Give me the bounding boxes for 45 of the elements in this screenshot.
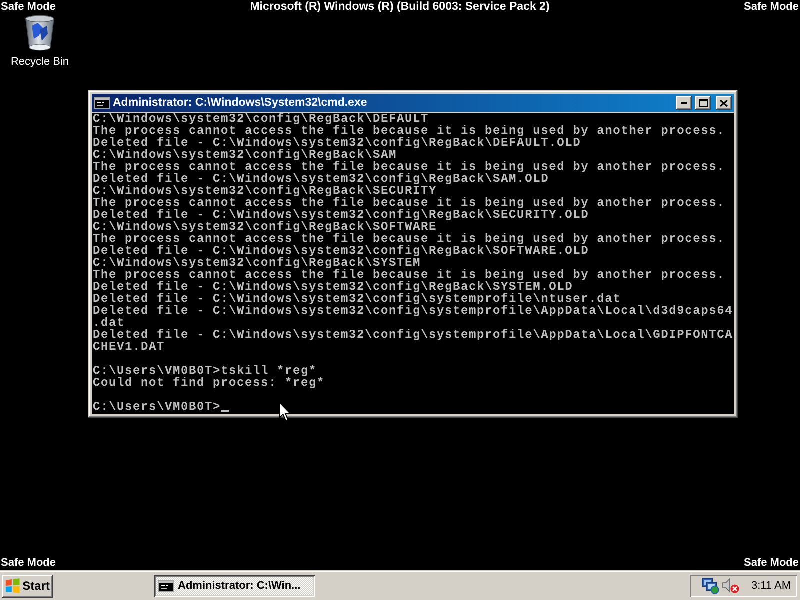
console-line: Deleted file - C:\Windows\system32\config\RegBack\SYSTEM.OLD [93,281,574,293]
console-line: The process cannot access the file because it is being used by another process. [93,269,726,281]
windows-flag-icon [5,578,21,594]
close-button[interactable] [716,96,732,110]
console-line: C:\Windows\system32\config\RegBack\SAM [93,149,398,161]
console-line: .dat [93,317,126,329]
console-line: C:\Users\VM0B0T>tskill *reg* [93,365,318,377]
console-line: CHEV1.DAT [93,341,166,353]
minimize-icon [681,102,687,104]
safe-mode-label: Safe Mode [1,556,56,570]
console-line: Deleted file - C:\Windows\system32\config\systemprofile\AppData\Local\d3d9caps64 [93,305,734,317]
console-line: C:\Windows\system32\config\RegBack\DEFAULT [93,113,430,125]
start-button[interactable]: Start [2,574,53,598]
desktop-icon-label[interactable]: Recycle Bin [10,56,70,69]
windows-build-title: Microsoft (R) Windows (R) (Build 6003: Service Pack 2) [250,0,550,14]
console-line: The process cannot access the file because it is being used by another process. [93,125,726,137]
network-icon[interactable] [702,578,720,594]
console-line: Deleted file - C:\Windows\system32\config\systemprofile\ntuser.dat [93,293,622,305]
console-line: Deleted file - C:\Windows\system32\config\RegBack\DEFAULT.OLD [93,137,582,149]
maximize-icon [698,99,708,107]
clock[interactable]: 3:11 AM [751,580,791,592]
console-icon [158,580,174,592]
taskbar-button[interactable]: Administrator: C:\Win... [154,575,315,597]
console-line: C:\Windows\system32\config\RegBack\SYSTEM [93,257,422,269]
speaker-muted-icon[interactable] [722,578,740,594]
console-line: C:\Windows\system32\config\RegBack\SOFTWARE [93,221,438,233]
console-line: C:\Windows\system32\config\RegBack\SECURITY [93,185,438,197]
console-line: The process cannot access the file because it is being used by another process. [93,197,726,209]
window-title: Administrator: C:\Windows\System32\cmd.exe [113,96,368,110]
console-line: Deleted file - C:\Windows\system32\config\RegBack\SECURITY.OLD [93,209,590,221]
console-icon [94,97,110,109]
safe-mode-label: Safe Mode [744,556,799,570]
mouse-pointer-icon [279,402,291,422]
safe-mode-label: Safe Mode [744,0,799,14]
console-line: Deleted file - C:\Windows\system32\config\RegBack\SAM.OLD [93,173,550,185]
close-icon [720,100,728,106]
console-line: C:\Users\VM0B0T> [93,401,222,413]
minimize-button[interactable] [676,96,692,110]
maximize-button[interactable] [695,96,711,110]
safe-mode-label: Safe Mode [1,0,56,14]
console-line: Deleted file - C:\Windows\system32\config\systemprofile\AppData\Local\GDIPFONTCA [93,329,734,341]
console-line: The process cannot access the file because it is being used by another process. [93,161,726,173]
console-line: Could not find process: *reg* [93,377,326,389]
console-line: The process cannot access the file because it is being used by another process. [93,233,726,245]
console-line: Deleted file - C:\Windows\system32\config\RegBack\SOFTWARE.OLD [93,245,590,257]
